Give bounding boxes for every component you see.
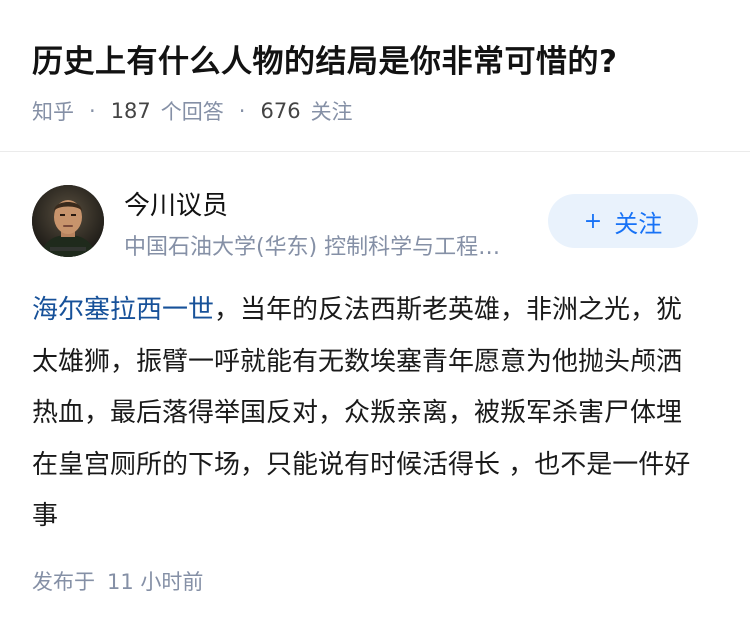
follower-count-label: 关注 — [310, 100, 353, 124]
author-name[interactable]: 今川议员 — [124, 185, 228, 222]
answer-link[interactable]: 海尔塞拉西一世 — [32, 295, 214, 325]
follower-count: 676 — [260, 99, 301, 123]
author-bio: 中国石油大学(华东) 控制科学与工程… — [124, 235, 501, 260]
answer-count: 187 — [110, 99, 151, 123]
meta-separator: · — [238, 99, 246, 123]
source-label[interactable]: 知乎 — [32, 96, 74, 126]
author-card: 今川议员 中国石油大学(华东) 控制科学与工程… + 关注 — [0, 152, 750, 282]
answer-footer: 发布于 11 小时前 — [32, 566, 203, 596]
answer-body-text: ，当年的反法西斯老英雄，非洲之光，犹太雄狮，振臂一呼就能有无数埃塞青年愿意为他抛… — [32, 295, 691, 531]
question-title[interactable]: 历史上有什么人物的结局是你非常可惜的? — [32, 36, 617, 81]
published-label: 发布于 — [32, 570, 95, 594]
follow-button[interactable]: + 关注 — [548, 194, 698, 248]
published-time: 11 小时前 — [107, 570, 204, 594]
question-header: 历史上有什么人物的结局是你非常可惜的? 知乎 · 187 个回答 · 676 关… — [0, 0, 750, 152]
answer-count-label: 个回答 — [160, 100, 224, 124]
avatar[interactable] — [32, 185, 104, 257]
follow-button-label: 关注 — [614, 209, 663, 238]
question-meta: 知乎 · 187 个回答 · 676 关注 — [32, 96, 353, 126]
answer-content: 海尔塞拉西一世，当年的反法西斯老英雄，非洲之光，犹太雄狮，振臂一呼就能有无数埃塞… — [32, 285, 700, 543]
plus-icon: + — [583, 208, 603, 234]
avatar-portrait-icon — [32, 185, 104, 257]
meta-separator: · — [89, 99, 96, 123]
